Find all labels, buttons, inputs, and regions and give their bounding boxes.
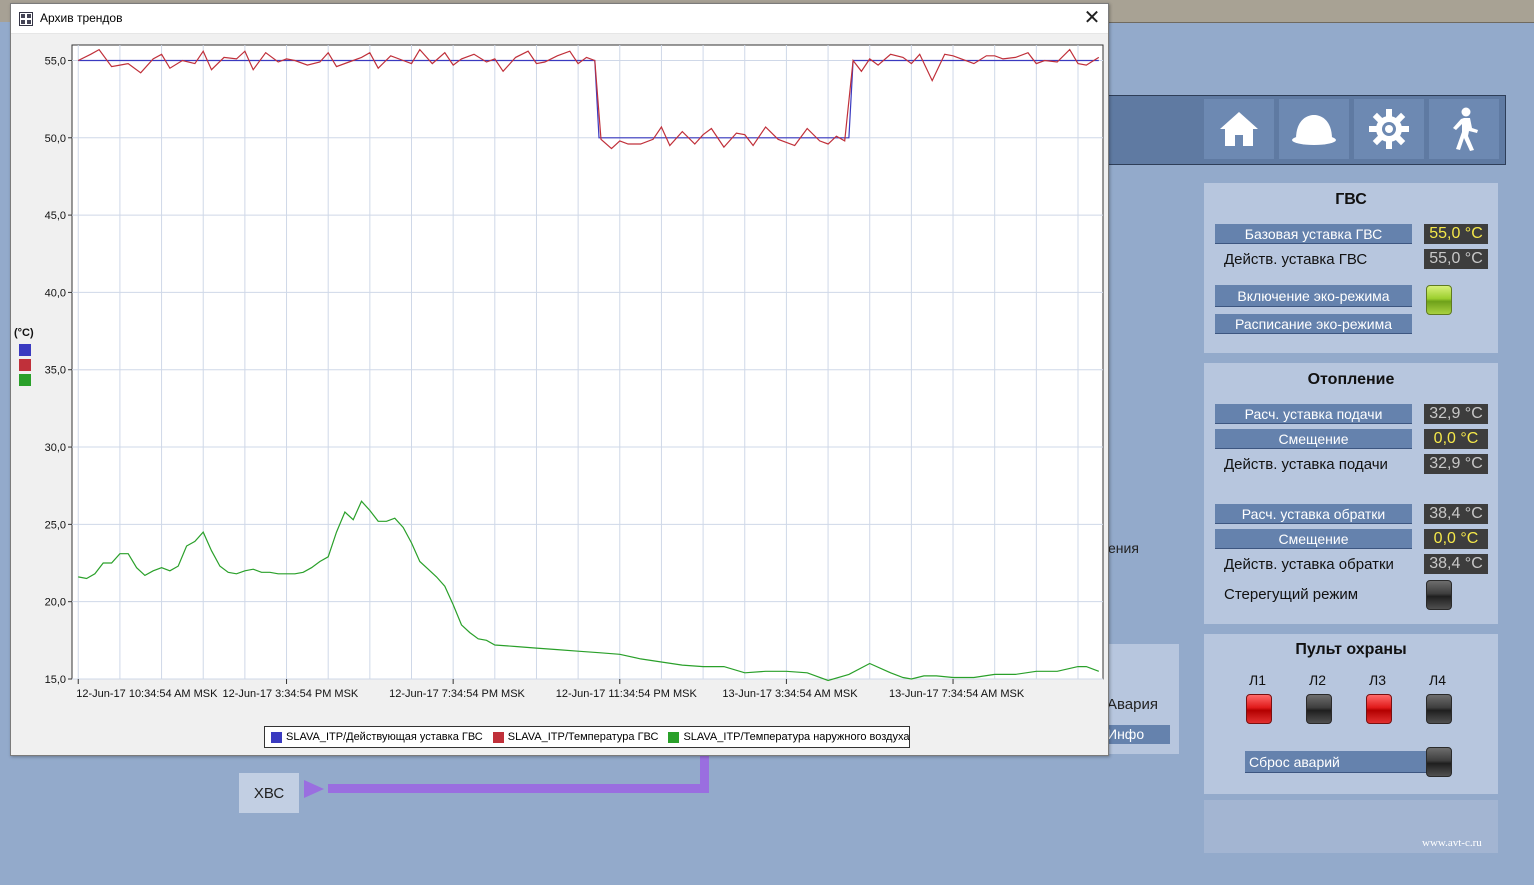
y-tick-label: 15,0: [45, 674, 66, 686]
legend-color: [492, 731, 504, 743]
x-tick-label: 12-Jun-17 11:34:54 PM MSK: [556, 688, 698, 700]
helmet-button[interactable]: [1279, 99, 1349, 159]
calc-return-value: 38,4 °C: [1424, 504, 1488, 524]
legend-color: [271, 731, 282, 743]
offset-return-value[interactable]: 0,0 °C: [1424, 529, 1488, 549]
calc-supply-value: 32,9 °C: [1424, 404, 1488, 424]
y-tick-label: 35,0: [45, 365, 66, 377]
offset-supply-button[interactable]: Смещение: [1215, 429, 1412, 449]
nav-bar: [1100, 95, 1506, 165]
window-titlebar[interactable]: Архив трендов ✕: [11, 4, 1108, 34]
legend-label: SLAVA_ITP/Действующая уставка ГВС: [286, 731, 483, 743]
partial-label: ения: [1108, 540, 1139, 556]
home-button[interactable]: [1204, 99, 1274, 159]
close-button[interactable]: ✕: [1079, 6, 1105, 30]
window-title: Архив трендов: [40, 11, 123, 25]
y-tick-label: 50,0: [45, 133, 66, 145]
offset-supply-value[interactable]: 0,0 °C: [1424, 429, 1488, 449]
alarm-label: Авария: [1107, 696, 1158, 713]
plot-area: [71, 44, 1104, 680]
exit-button[interactable]: [1429, 99, 1499, 159]
background-toolbar: [1108, 0, 1534, 23]
legend-item: SLAVA_ITP/Температура наружного воздуха: [668, 731, 909, 743]
gvs-panel: ГВС Базовая уставка ГВС 55,0 °C Действ. …: [1204, 183, 1498, 353]
line-3-label: Л3: [1369, 672, 1386, 688]
eff-return-value: 38,4 °C: [1424, 554, 1488, 574]
settings-button[interactable]: [1354, 99, 1424, 159]
y-tick-label: 20,0: [45, 597, 66, 609]
trend-chart[interactable]: 55,0 50,0 45,0 40,0 35,0 30,0 25,0 20,0 15,0 12-J…: [11, 33, 1108, 723]
legend-item: SLAVA_ITP/Действующая уставка ГВС: [271, 731, 483, 743]
legend-item: SLAVA_ITP/Температура ГВС: [492, 731, 659, 743]
eff-supply-label: Действ. уставка подачи: [1224, 456, 1388, 473]
x-tick-label: 12-Jun-17 3:34:54 PM MSK: [223, 688, 359, 700]
reset-alarms-indicator[interactable]: [1426, 747, 1452, 777]
eff-setpoint-value: 55,0 °C: [1424, 249, 1488, 269]
offset-return-button[interactable]: Смещение: [1215, 529, 1412, 549]
y-tick-label: 55,0: [45, 55, 66, 67]
xvs-pipe-arrow: [304, 780, 324, 798]
x-tick-label: 13-Jun-17 3:34:54 AM MSK: [722, 688, 858, 700]
grid-icon: [19, 12, 33, 26]
legend-color: [668, 731, 680, 743]
xvs-pipe-vertical: [700, 754, 709, 793]
legend-label: SLAVA_ITP/Температура наружного воздуха: [683, 731, 910, 743]
calc-supply-button[interactable]: Расч. уставка подачи: [1215, 404, 1412, 424]
security-title: Пульт охраны: [1295, 641, 1407, 658]
line-2-indicator[interactable]: [1306, 694, 1332, 724]
eco-mode-indicator[interactable]: [1426, 285, 1452, 315]
calc-return-button[interactable]: Расч. уставка обратки: [1215, 504, 1412, 524]
eco-schedule-button[interactable]: Расписание эко-режима: [1215, 314, 1412, 334]
x-tick-label: 12-Jun-17 7:34:54 PM MSK: [389, 688, 525, 700]
trend-archive-window: Архив трендов ✕ (°C) 55,0 50,0 45,0 40,0 35,…: [10, 3, 1109, 756]
line-4-indicator[interactable]: [1426, 694, 1452, 724]
base-setpoint-button[interactable]: Базовая уставка ГВС: [1215, 224, 1412, 244]
xvs-label: ХВС: [239, 773, 299, 813]
line-1-label: Л1: [1249, 672, 1266, 688]
guard-mode-indicator[interactable]: [1426, 580, 1452, 610]
gear-icon: [1369, 109, 1409, 149]
info-button[interactable]: Инфо: [1107, 725, 1170, 744]
x-tick-label: 13-Jun-17 7:34:54 AM MSK: [889, 688, 1025, 700]
line-3-indicator[interactable]: [1366, 694, 1392, 724]
base-setpoint-value[interactable]: 55,0 °C: [1424, 224, 1488, 244]
gvs-title: ГВС: [1335, 191, 1367, 208]
exit-icon: [1453, 107, 1478, 151]
eff-supply-value: 32,9 °C: [1424, 454, 1488, 474]
home-icon: [1220, 112, 1258, 146]
heating-title: Отопление: [1307, 371, 1395, 388]
y-tick-label: 25,0: [45, 519, 66, 531]
line-2-label: Л2: [1309, 672, 1326, 688]
heating-panel: Отопление Расч. уставка подачи 32,9 °C С…: [1204, 363, 1498, 624]
guard-mode-label: Стерегущий режим: [1224, 586, 1359, 603]
legend-label: SLAVA_ITP/Температура ГВС: [507, 731, 659, 743]
chart-legend: SLAVA_ITP/Действующая уставка ГВС SLAVA_…: [264, 726, 910, 748]
eco-enable-button[interactable]: Включение эко-режима: [1215, 285, 1412, 307]
x-tick-label: 12-Jun-17 10:34:54 AM MSK: [76, 688, 218, 700]
y-tick-label: 45,0: [45, 210, 66, 222]
y-tick-label: 30,0: [45, 442, 66, 454]
footer-panel: www.avt-c.ru: [1204, 800, 1498, 853]
security-panel: Пульт охраны Л1 Л2 Л3 Л4 Сброс аварий: [1204, 634, 1498, 794]
eff-setpoint-label: Действ. уставка ГВС: [1224, 251, 1368, 268]
xvs-pipe: [328, 784, 709, 793]
y-tick-label: 40,0: [45, 287, 66, 299]
reset-alarms-button[interactable]: Сброс аварий: [1245, 751, 1426, 773]
line-4-label: Л4: [1429, 672, 1446, 688]
eff-return-label: Действ. уставка обратки: [1224, 556, 1394, 573]
line-1-indicator[interactable]: [1246, 694, 1272, 724]
helmet-icon: [1292, 115, 1336, 145]
site-link[interactable]: www.avt-c.ru: [1422, 837, 1482, 849]
